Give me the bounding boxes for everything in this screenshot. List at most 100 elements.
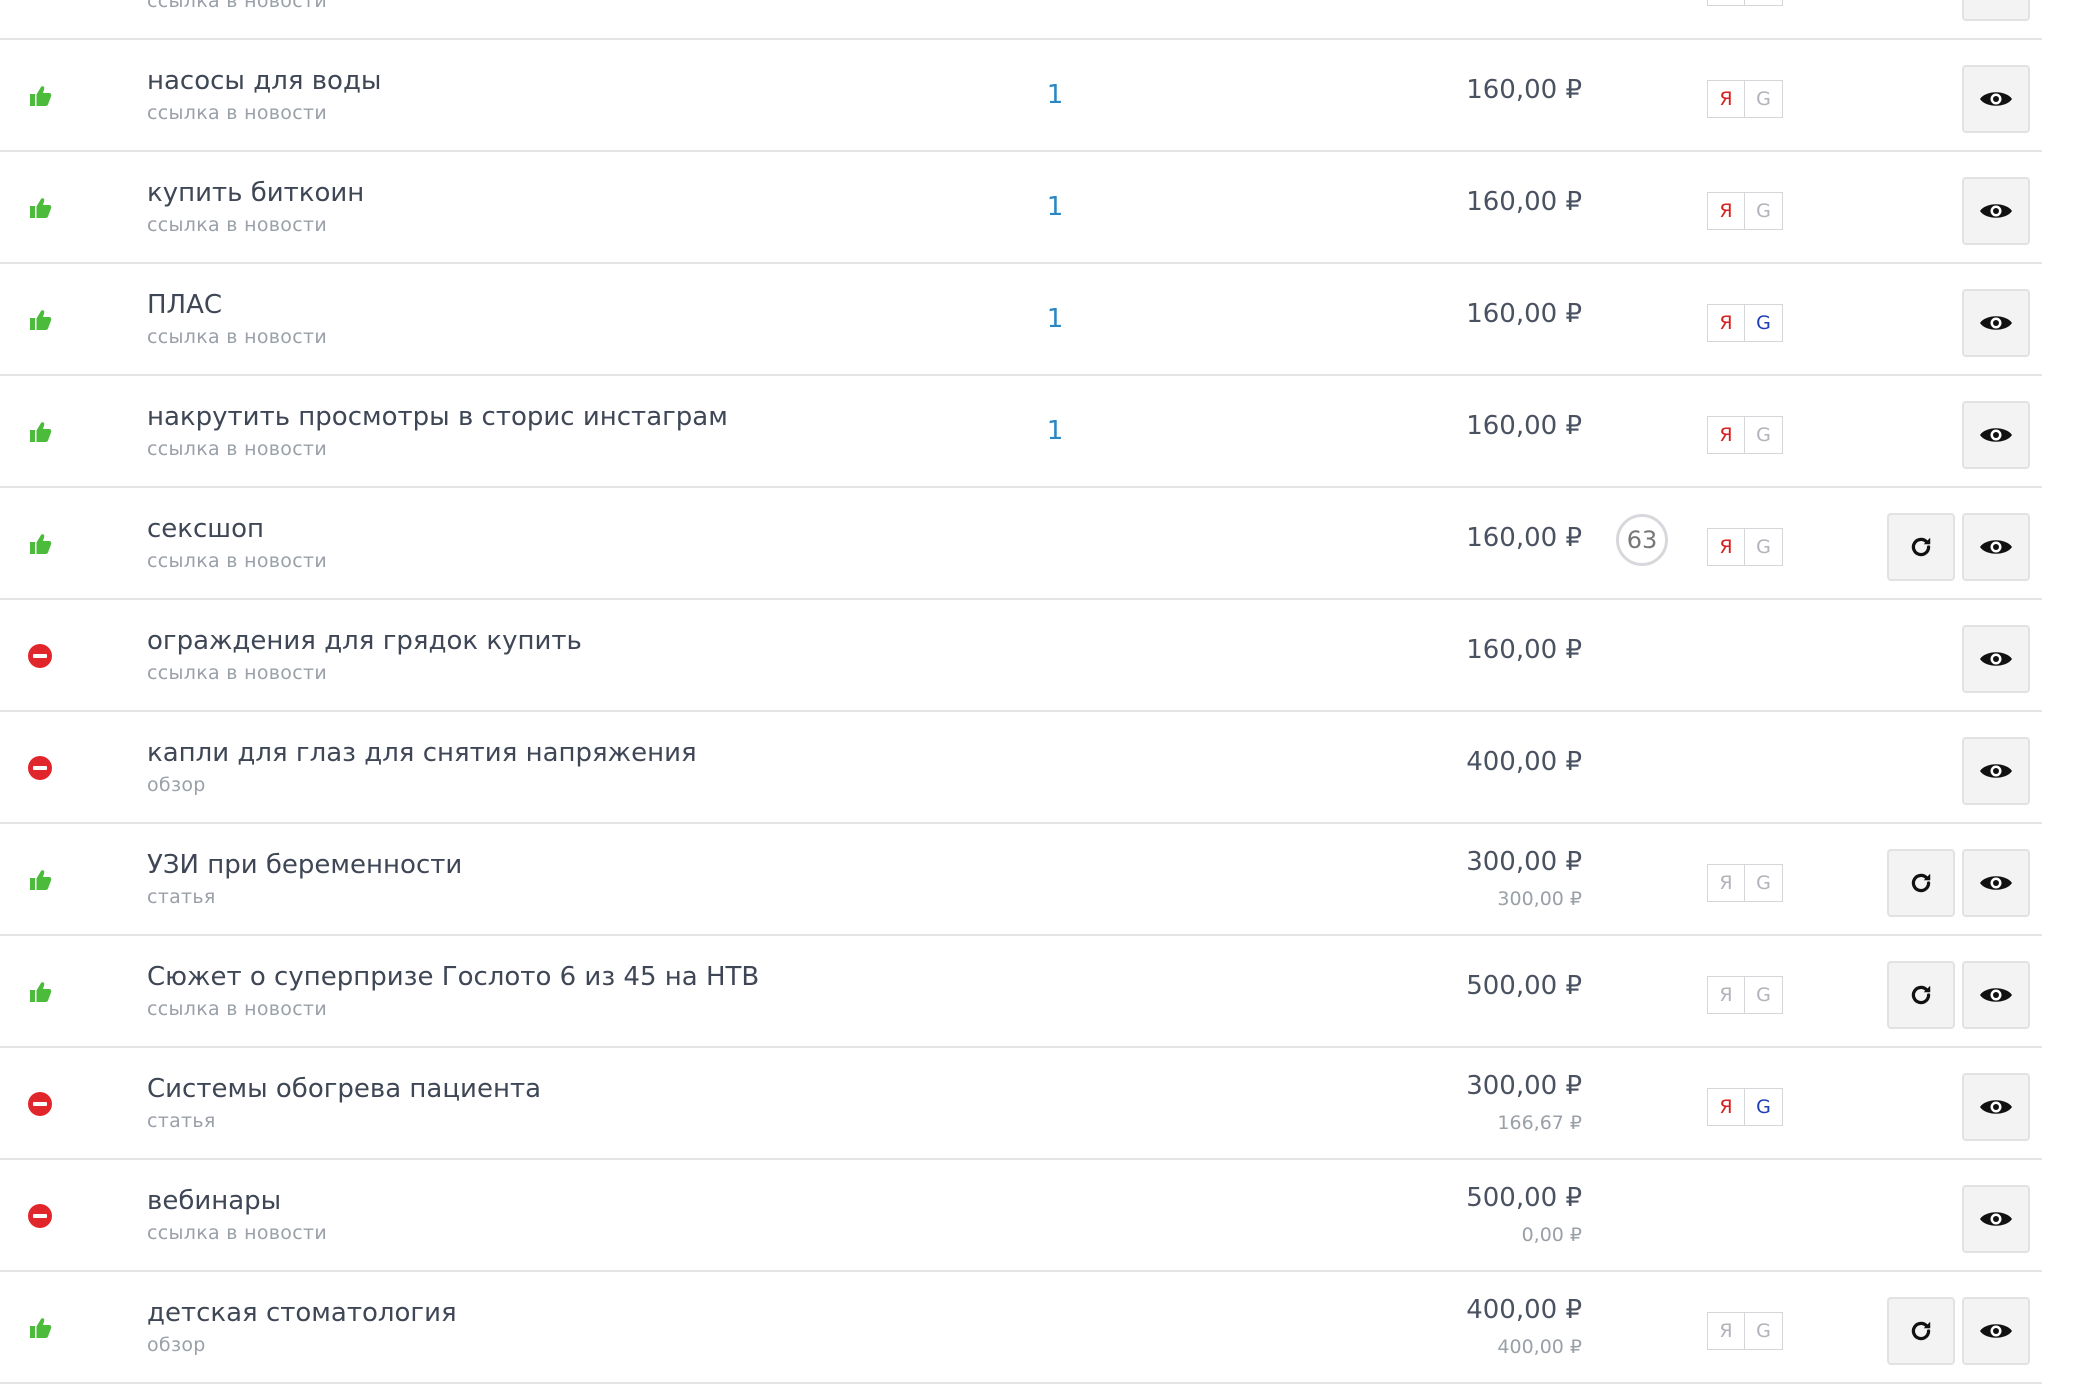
eye-icon bbox=[1980, 876, 2012, 890]
search-engine-badges: Я G bbox=[1707, 80, 1783, 118]
task-title: купить биткоин bbox=[147, 178, 365, 208]
table-row: насосы для воды ссылка в новости 1 160,0… bbox=[0, 40, 2042, 152]
task-type: обзор bbox=[147, 1334, 206, 1356]
price: 160,00 ₽ bbox=[1466, 75, 1582, 105]
table-row: ПЛАС ссылка в новости 1 160,00 ₽ Я G bbox=[0, 264, 2042, 376]
view-button[interactable] bbox=[1962, 961, 2030, 1029]
price: 160,00 ₽ bbox=[1466, 299, 1582, 329]
task-type: обзор bbox=[147, 774, 206, 796]
search-engine-badges: Я G bbox=[1707, 0, 1783, 6]
price: 160,00 ₽ bbox=[1466, 187, 1582, 217]
task-title: насосы для воды bbox=[147, 66, 382, 96]
eye-icon bbox=[1980, 204, 2012, 218]
view-button[interactable] bbox=[1962, 737, 2030, 805]
view-button[interactable] bbox=[1962, 0, 2030, 21]
yandex-badge: Я bbox=[1707, 304, 1745, 342]
search-engine-badges: Я G bbox=[1707, 1312, 1783, 1350]
view-button[interactable] bbox=[1962, 289, 2030, 357]
task-list: ссылка в новости Я G насосы для воды ссы… bbox=[0, 0, 2042, 1384]
google-badge: G bbox=[1745, 0, 1783, 6]
price: 160,00 ₽ bbox=[1466, 411, 1582, 441]
price: 500,00 ₽ bbox=[1466, 971, 1582, 1001]
task-title: сексшоп bbox=[147, 514, 264, 544]
table-row: УЗИ при беременности статья 300,00 ₽ 300… bbox=[0, 824, 2042, 936]
table-row: накрутить просмотры в сторис инстаграм с… bbox=[0, 376, 2042, 488]
price: 400,00 ₽ bbox=[1466, 1295, 1582, 1325]
google-badge: G bbox=[1745, 976, 1783, 1014]
table-row: капли для глаз для снятия напряжения обз… bbox=[0, 712, 2042, 824]
table-row: вебинары ссылка в новости 500,00 ₽ 0,00 … bbox=[0, 1160, 2042, 1272]
price: 300,00 ₽ bbox=[1466, 1071, 1582, 1101]
count-link[interactable]: 1 bbox=[1040, 304, 1070, 334]
task-title: ограждения для грядок купить bbox=[147, 626, 582, 656]
eye-icon bbox=[1980, 988, 2012, 1002]
thumbs-up-icon bbox=[27, 979, 53, 1005]
view-button[interactable] bbox=[1962, 1185, 2030, 1253]
yandex-badge: Я bbox=[1707, 192, 1745, 230]
yandex-badge: Я bbox=[1707, 416, 1745, 454]
price-secondary: 400,00 ₽ bbox=[1497, 1336, 1582, 1358]
view-button[interactable] bbox=[1962, 625, 2030, 693]
search-engine-badges: Я G bbox=[1707, 528, 1783, 566]
eye-icon bbox=[1980, 652, 2012, 666]
count-link[interactable]: 1 bbox=[1040, 80, 1070, 110]
count-link[interactable]: 1 bbox=[1040, 416, 1070, 446]
yandex-badge: Я bbox=[1707, 976, 1745, 1014]
search-engine-badges: Я G bbox=[1707, 1088, 1783, 1126]
refresh-icon bbox=[1911, 537, 1931, 557]
view-button[interactable] bbox=[1962, 849, 2030, 917]
google-badge: G bbox=[1745, 304, 1783, 342]
no-entry-icon bbox=[27, 643, 53, 669]
eye-icon bbox=[1980, 1324, 2012, 1338]
google-badge: G bbox=[1745, 864, 1783, 902]
price-secondary: 0,00 ₽ bbox=[1521, 1224, 1582, 1246]
table-row: сексшоп ссылка в новости 160,00 ₽ 63 Я G bbox=[0, 488, 2042, 600]
count-link[interactable]: 1 bbox=[1040, 192, 1070, 222]
task-type: статья bbox=[147, 886, 216, 908]
eye-icon bbox=[1980, 540, 2012, 554]
progress-circle: 63 bbox=[1616, 514, 1668, 566]
yandex-badge: Я bbox=[1707, 864, 1745, 902]
thumbs-up-icon bbox=[27, 307, 53, 333]
yandex-badge: Я bbox=[1707, 1088, 1745, 1126]
no-entry-icon bbox=[27, 1203, 53, 1229]
no-entry-icon bbox=[27, 755, 53, 781]
view-button[interactable] bbox=[1962, 177, 2030, 245]
task-type: ссылка в новости bbox=[147, 998, 327, 1020]
table-row: ограждения для грядок купить ссылка в но… bbox=[0, 600, 2042, 712]
eye-icon bbox=[1980, 428, 2012, 442]
task-title: Сюжет о суперпризе Гослото 6 из 45 на НТ… bbox=[147, 962, 760, 992]
yandex-badge: Я bbox=[1707, 0, 1745, 6]
task-type: ссылка в новости bbox=[147, 102, 327, 124]
eye-icon bbox=[1980, 764, 2012, 778]
table-row: Системы обогрева пациента статья 300,00 … bbox=[0, 1048, 2042, 1160]
google-badge: G bbox=[1745, 1088, 1783, 1126]
google-badge: G bbox=[1745, 80, 1783, 118]
refresh-button[interactable] bbox=[1887, 513, 1955, 581]
task-title: детская стоматология bbox=[147, 1298, 457, 1328]
refresh-button[interactable] bbox=[1887, 1297, 1955, 1365]
refresh-button[interactable] bbox=[1887, 849, 1955, 917]
refresh-icon bbox=[1911, 1321, 1931, 1341]
task-title: вебинары bbox=[147, 1186, 282, 1216]
price: 160,00 ₽ bbox=[1466, 523, 1582, 553]
task-title: УЗИ при беременности bbox=[147, 850, 463, 880]
refresh-button[interactable] bbox=[1887, 961, 1955, 1029]
view-button[interactable] bbox=[1962, 65, 2030, 133]
task-type: статья bbox=[147, 1110, 216, 1132]
eye-icon bbox=[1980, 1100, 2012, 1114]
price-secondary: 166,67 ₽ bbox=[1497, 1112, 1582, 1134]
thumbs-up-icon bbox=[27, 83, 53, 109]
search-engine-badges: Я G bbox=[1707, 416, 1783, 454]
google-badge: G bbox=[1745, 1312, 1783, 1350]
eye-icon bbox=[1980, 92, 2012, 106]
search-engine-badges: Я G bbox=[1707, 192, 1783, 230]
task-type: ссылка в новости bbox=[147, 550, 327, 572]
table-row: Сюжет о суперпризе Гослото 6 из 45 на НТ… bbox=[0, 936, 2042, 1048]
thumbs-up-icon bbox=[27, 531, 53, 557]
view-button[interactable] bbox=[1962, 1297, 2030, 1365]
view-button[interactable] bbox=[1962, 513, 2030, 581]
view-button[interactable] bbox=[1962, 1073, 2030, 1141]
view-button[interactable] bbox=[1962, 401, 2030, 469]
thumbs-up-icon bbox=[27, 867, 53, 893]
